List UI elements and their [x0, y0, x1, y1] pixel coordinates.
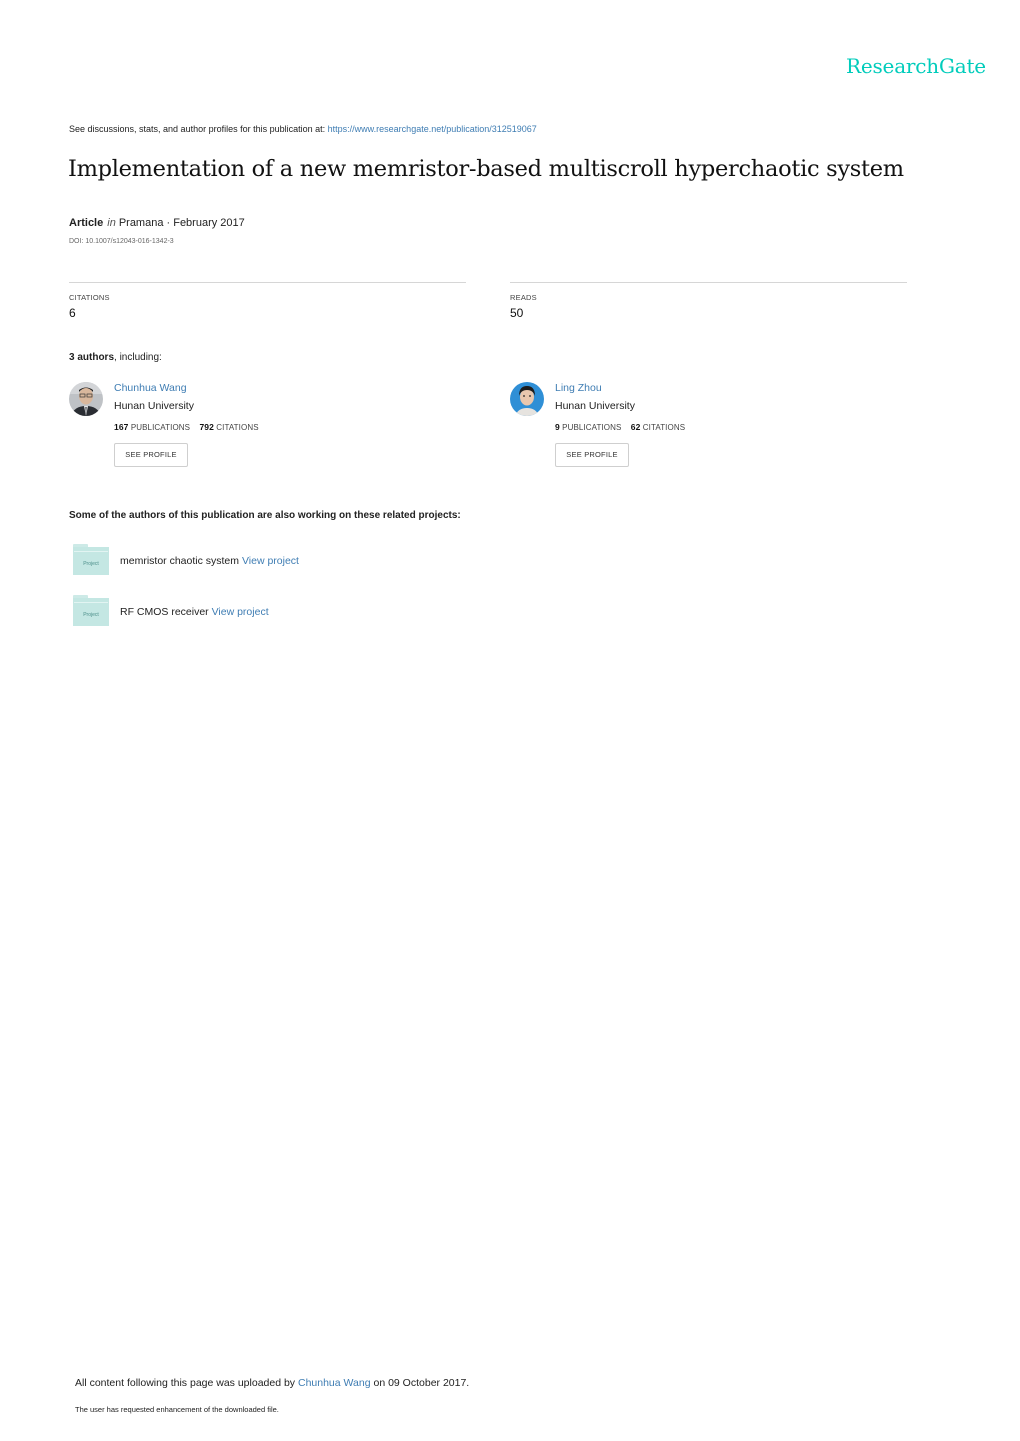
upload-prefix: All content following this page was uplo…	[75, 1377, 296, 1389]
intro-line: See discussions, stats, and author profi…	[69, 124, 537, 134]
related-projects-heading: Some of the authors of this publication …	[69, 510, 461, 521]
author-card: Ling Zhou Hunan University 9 PUBLICATION…	[510, 381, 810, 471]
project-icon-label: Project	[83, 561, 99, 567]
avatar[interactable]	[510, 382, 544, 416]
publication-title: Implementation of a new memristor-based …	[68, 156, 904, 182]
see-profile-button[interactable]: SEE PROFILE	[114, 443, 188, 467]
citations-label: CITATIONS	[69, 293, 110, 302]
project-folder-icon: Project	[73, 544, 109, 575]
researchgate-logo[interactable]: ResearchGate	[846, 54, 986, 78]
see-profile-button[interactable]: SEE PROFILE	[555, 443, 629, 467]
publications-count: 167	[114, 422, 129, 432]
project-icon-label: Project	[83, 612, 99, 618]
reads-divider	[510, 282, 907, 283]
intro-text: See discussions, stats, and author profi…	[69, 124, 326, 134]
enhancement-note: The user has requested enhancement of th…	[75, 1405, 279, 1414]
project-item: Project memristor chaotic system View pr…	[73, 544, 473, 576]
project-name: memristor chaotic system	[120, 555, 240, 567]
authors-heading: 3 authors, including:	[69, 352, 162, 363]
authors-count: 3 authors	[69, 352, 115, 363]
author-photo-icon	[69, 382, 103, 416]
author-name-link[interactable]: Ling Zhou	[555, 382, 602, 394]
publications-count: 9	[555, 422, 560, 432]
reads-label: READS	[510, 293, 537, 302]
project-folder-icon: Project	[73, 595, 109, 626]
authors-including: , including:	[114, 352, 162, 363]
article-meta: Article in Pramana · February 2017	[69, 217, 245, 229]
citations-count: 62	[630, 422, 641, 432]
author-institution: Hunan University	[114, 400, 194, 412]
in-word: in	[107, 217, 116, 229]
journal-date: Pramana · February 2017	[118, 217, 245, 229]
author-name-link[interactable]: Chunhua Wang	[114, 382, 187, 394]
author-stats: 167 PUBLICATIONS 792 CITATIONS	[114, 422, 259, 432]
reads-value: 50	[510, 306, 524, 320]
uploader-link[interactable]: Chunhua Wang	[298, 1377, 371, 1389]
author-institution: Hunan University	[555, 400, 635, 412]
citations-divider	[69, 282, 466, 283]
publications-label: PUBLICATIONS	[562, 423, 622, 432]
publications-label: PUBLICATIONS	[130, 423, 191, 432]
project-name: RF CMOS receiver	[120, 606, 209, 618]
citations-count: 792	[199, 422, 214, 432]
project-text: RF CMOS receiver View project	[120, 606, 269, 618]
view-project-link[interactable]: View project	[212, 606, 269, 618]
author-stats: 9 PUBLICATIONS 62 CITATIONS	[555, 422, 685, 432]
doi: DOI: 10.1007/s12043-016-1342-3	[69, 238, 174, 245]
citations-label: CITATIONS	[216, 423, 259, 432]
view-project-link[interactable]: View project	[242, 555, 299, 567]
upload-note: All content following this page was uplo…	[75, 1377, 469, 1389]
citations-value: 6	[69, 306, 76, 320]
project-item: Project RF CMOS receiver View project	[73, 595, 473, 627]
avatar[interactable]	[69, 382, 103, 416]
upload-suffix: on 09 October 2017.	[373, 1377, 470, 1389]
author-card: Chunhua Wang Hunan University 167 PUBLIC…	[69, 381, 369, 471]
publication-url-link[interactable]: https://www.researchgate.net/publication…	[328, 124, 537, 134]
project-text: memristor chaotic system View project	[120, 555, 299, 567]
author-photo-icon	[510, 382, 544, 416]
publication-type: Article	[69, 217, 104, 229]
citations-label: CITATIONS	[642, 423, 686, 432]
